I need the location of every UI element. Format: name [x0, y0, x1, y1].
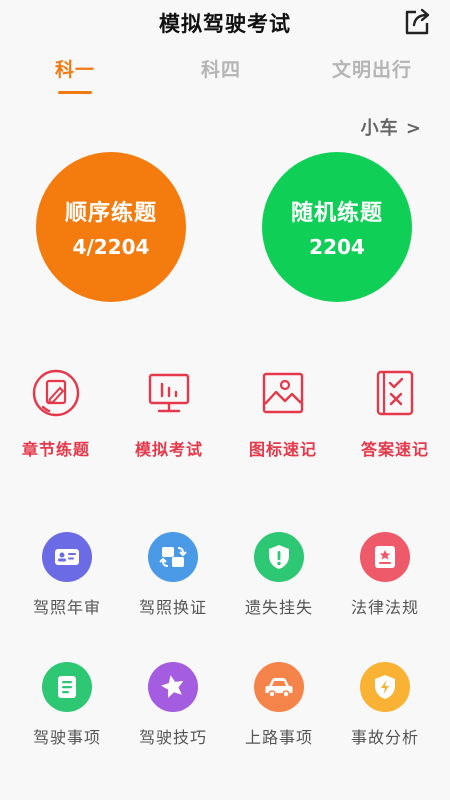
exchange-icon — [159, 547, 187, 567]
vehicle-selector[interactable]: 小车 > — [361, 114, 422, 140]
laws-item[interactable]: 法律法规 — [330, 532, 440, 618]
chapter-practice-item[interactable]: 章节练题 — [1, 366, 111, 460]
mock-exam-item[interactable]: 模拟考试 — [114, 366, 224, 460]
edit-note-icon — [32, 369, 80, 417]
license-renewal-label: 驾照换证 — [138, 598, 207, 617]
accident-analysis-item[interactable]: 事故分析 — [330, 662, 440, 748]
laws-badge — [360, 532, 410, 582]
accident-analysis-label: 事故分析 — [350, 728, 419, 747]
driving-matters-label: 驾驶事项 — [32, 728, 101, 747]
notes-icon — [58, 676, 76, 698]
road-matters-item[interactable]: 上路事项 — [224, 662, 334, 748]
laws-label: 法律法规 — [350, 598, 419, 617]
road-matters-badge — [254, 662, 304, 712]
monitor-chart-icon — [148, 373, 190, 413]
share-button[interactable] — [400, 5, 434, 39]
answer-memory-item[interactable]: 答案速记 — [340, 366, 450, 460]
subject-tabs: 科一 科四 文明出行 — [0, 50, 450, 98]
share-icon — [405, 8, 430, 35]
page-title: 模拟驾驶考试 — [159, 12, 291, 36]
sign-memory-label: 图标速记 — [248, 440, 317, 459]
driving-matters-badge — [42, 662, 92, 712]
answer-memory-label: 答案速记 — [360, 440, 429, 459]
chapter-practice-label: 章节练题 — [21, 440, 90, 459]
sequential-practice-button[interactable]: 顺序练题 4/2204 — [36, 152, 186, 302]
shield-alert-icon — [269, 545, 289, 569]
random-practice-count: 2204 — [309, 235, 365, 259]
tab-civilized-travel[interactable]: 文明出行 — [322, 50, 422, 94]
road-matters-label: 上路事项 — [244, 728, 313, 747]
id-card-icon — [55, 549, 79, 565]
license-renewal-item[interactable]: 驾照换证 — [118, 532, 228, 618]
header: 模拟驾驶考试 — [0, 0, 450, 46]
sequential-practice-count: 4/2204 — [72, 235, 150, 259]
car-icon — [265, 678, 293, 698]
driving-matters-item[interactable]: 驾驶事项 — [12, 662, 122, 748]
lightning-shield-icon — [375, 675, 395, 699]
driving-tips-item[interactable]: 驾驶技巧 — [118, 662, 228, 748]
sign-memory-item[interactable]: 图标速记 — [228, 366, 338, 460]
star-icon — [161, 675, 184, 698]
tab-subject-one[interactable]: 科一 — [40, 50, 110, 94]
lost-report-label: 遗失挂失 — [244, 598, 313, 617]
driving-tips-badge — [148, 662, 198, 712]
answer-sheet-icon — [376, 370, 414, 416]
accident-analysis-badge — [360, 662, 410, 712]
license-review-item[interactable]: 驾照年审 — [12, 532, 122, 618]
lost-report-item[interactable]: 遗失挂失 — [224, 532, 334, 618]
picture-icon — [262, 372, 304, 414]
mock-exam-label: 模拟考试 — [134, 440, 203, 459]
tab-subject-four[interactable]: 科四 — [186, 50, 256, 94]
license-review-badge — [42, 532, 92, 582]
sequential-practice-title: 顺序练题 — [64, 201, 157, 226]
license-review-label: 驾照年审 — [32, 598, 101, 617]
driving-tips-label: 驾驶技巧 — [138, 728, 207, 747]
lost-report-badge — [254, 532, 304, 582]
random-practice-title: 随机练题 — [290, 201, 383, 226]
law-book-icon — [375, 546, 395, 568]
license-renewal-badge — [148, 532, 198, 582]
random-practice-button[interactable]: 随机练题 2204 — [262, 152, 412, 302]
